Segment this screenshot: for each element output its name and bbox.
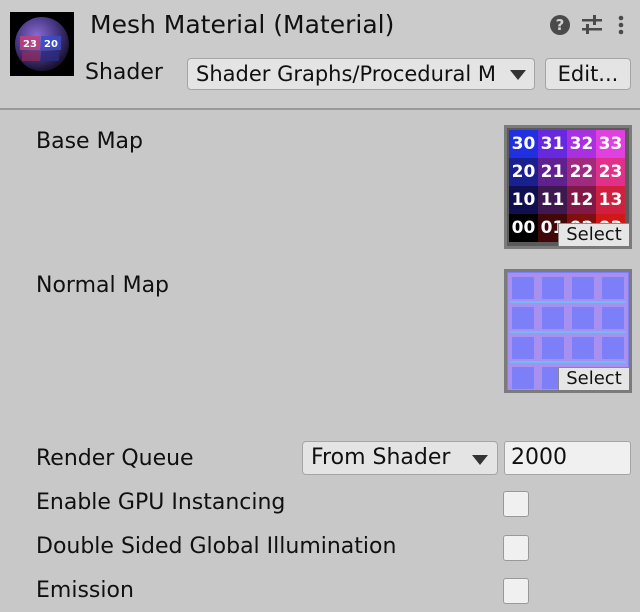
render-queue-mode-dropdown[interactable]: From Shader [302,441,498,475]
preview-number-left: 23 [23,39,37,50]
normal-map-label: Normal Map [36,273,170,298]
material-preview-sphere: 23 20 [10,12,74,76]
tile-label: 20 [509,158,538,186]
sphere-preview-icon: 23 20 [15,17,69,71]
sliders-icon[interactable] [580,14,604,42]
header-divider [0,108,640,110]
double-sided-gi-label: Double Sided Global Illumination [36,534,397,559]
emission-checkbox[interactable] [503,578,529,604]
kebab-menu-icon[interactable] [616,14,626,42]
tile-label: 23 [596,158,625,186]
tile-label: 33 [596,130,625,158]
tile-label: 31 [538,130,567,158]
emission-label: Emission [36,578,134,603]
shader-label: Shader [85,60,163,85]
base-map-texture-slot[interactable]: 30 31 32 33 20 21 22 23 10 11 12 13 00 0… [504,125,632,249]
tile-label: 13 [596,186,625,214]
shader-dropdown-value: Shader Graphs/Procedural M [196,62,497,86]
double-sided-gi-checkbox[interactable] [503,535,529,561]
chevron-down-icon [510,70,526,80]
base-map-select-button[interactable]: Select [558,223,629,246]
gpu-instancing-checkbox[interactable] [503,491,529,517]
render-queue-label: Render Queue [36,446,194,471]
tile-label: 22 [567,158,596,186]
chevron-down-icon [472,455,488,465]
tile-label: 00 [509,214,538,242]
tile-label: 21 [538,158,567,186]
tile-label: 12 [567,186,596,214]
tile-label: 32 [567,130,596,158]
material-title: Mesh Material (Material) [90,10,395,39]
tile-label: 11 [538,186,567,214]
preview-number-right: 20 [44,39,58,50]
normal-map-select-button[interactable]: Select [558,367,629,390]
base-map-label: Base Map [36,129,143,154]
tile-label: 10 [509,186,538,214]
normal-map-texture-slot[interactable]: Select [504,269,632,393]
render-queue-mode-value: From Shader [311,445,451,470]
tile-label: 30 [509,130,538,158]
gpu-instancing-label: Enable GPU Instancing [36,490,286,515]
render-queue-value-field[interactable]: 2000 [504,441,631,475]
shader-dropdown[interactable]: Shader Graphs/Procedural M [187,58,535,90]
svg-text:?: ? [556,16,565,34]
question-circle-icon[interactable]: ? [549,14,571,42]
edit-shader-button[interactable]: Edit... [545,58,631,90]
